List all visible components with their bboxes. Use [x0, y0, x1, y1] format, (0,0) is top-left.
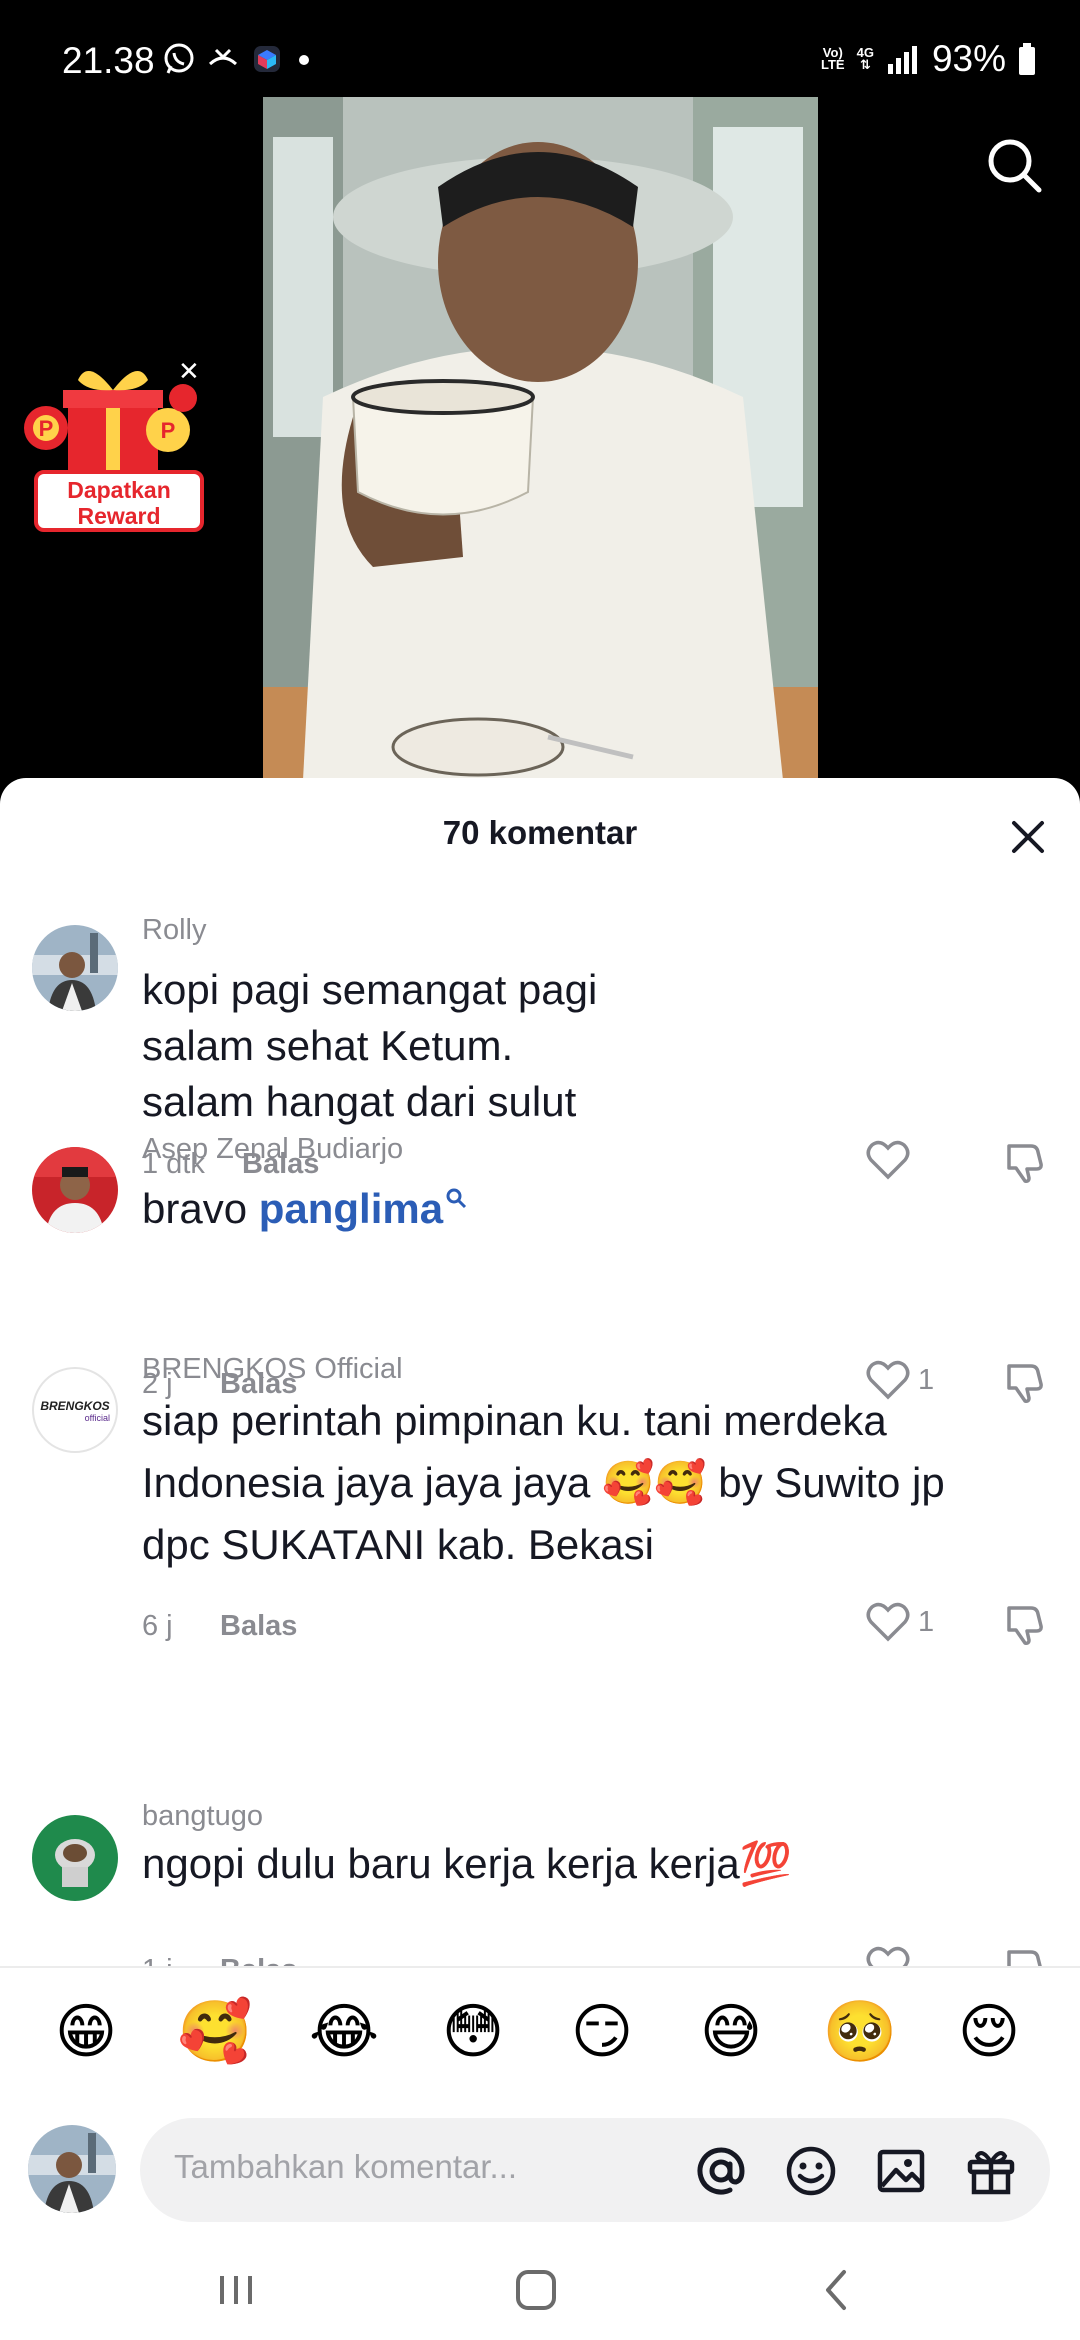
reward-label[interactable]: Dapatkan Reward [34, 470, 204, 532]
comment-input-bar: Tambahkan komentar... [0, 2088, 1080, 2228]
avatar[interactable] [32, 1815, 118, 1901]
emoji-icon[interactable] [782, 2142, 840, 2200]
status-system-icons: Vo) LTE 4G ⇅ 93% [821, 38, 1036, 80]
missed-call-icon [208, 48, 238, 66]
video-thumbnail [263, 97, 818, 780]
like-button[interactable] [866, 1140, 918, 1180]
reply-button[interactable]: Balas [220, 1610, 297, 1643]
dislike-icon[interactable] [1003, 1602, 1047, 1646]
avatar[interactable] [32, 925, 118, 1011]
close-icon[interactable] [1006, 815, 1050, 859]
mention-icon[interactable] [692, 2142, 750, 2200]
comment-username[interactable]: BRENGKOS Official [142, 1353, 403, 1386]
emoji-button[interactable]: 😳 [433, 1996, 513, 2068]
back-icon[interactable] [808, 2260, 868, 2320]
status-notification-icons [162, 42, 314, 76]
like-count: 1 [918, 1605, 935, 1638]
search-icon[interactable] [984, 135, 1044, 195]
link-search-icon[interactable] [445, 1187, 467, 1209]
whatsapp-icon [164, 43, 194, 74]
system-navigation-bar [0, 2248, 1080, 2332]
video-frame[interactable] [263, 97, 818, 780]
image-icon[interactable] [872, 2142, 930, 2200]
comment-text: ngopi dulu baru kerja kerja kerja💯 [142, 1840, 792, 1887]
reward-label-line1: Dapatkan [67, 477, 171, 503]
battery-icon [1019, 43, 1035, 75]
reward-close-icon[interactable]: ✕ [178, 358, 200, 384]
reward-label-line2: Reward [77, 503, 161, 529]
comment-meta: 6 j Balas [142, 1610, 297, 1643]
comment-text: siap perintah pimpinan ku. tani merdeka … [142, 1397, 945, 1568]
comment-input[interactable]: Tambahkan komentar... [140, 2118, 1050, 2222]
emoji-button[interactable]: 😅 [691, 1996, 771, 2068]
emoji-button[interactable]: 😂 [304, 1996, 384, 2068]
emoji-quick-bar: 😁 🥰 😂 😳 😏 😅 🥺 😌 [0, 1978, 1080, 2088]
emoji-button[interactable]: 😌 [949, 1996, 1029, 2068]
emoji-button[interactable]: 🥰 [175, 1996, 255, 2068]
current-user-avatar [28, 2125, 116, 2213]
avatar[interactable]: BRENGKOS official [32, 1367, 118, 1453]
comment-username[interactable]: bangtugo [142, 1800, 263, 1833]
avatar[interactable] [32, 1147, 118, 1233]
more-notifications-dot-icon [299, 55, 309, 65]
battery-percentage: 93% [931, 38, 1006, 79]
app-notification-icon [254, 46, 280, 72]
comments-count-title: 70 komentar [442, 814, 638, 851]
comments-sheet: 70 komentar Rolly kopi pagi semangat pag… [0, 778, 1080, 2340]
network-4g-icon: 4G ⇅ [856, 45, 874, 72]
dislike-icon[interactable] [1003, 1140, 1047, 1184]
comment-input-placeholder: Tambahkan komentar... [174, 2148, 518, 2185]
comment-text: kopi pagi semangat pagi salam sehat Ketu… [142, 966, 598, 1125]
comment-text: bravo panglima [142, 1181, 1042, 1237]
heart-icon [866, 1140, 910, 1180]
emoji-button[interactable]: 😏 [562, 1996, 642, 2068]
svg-text:P: P [39, 416, 54, 441]
emoji-button[interactable]: 😁 [46, 1996, 126, 2068]
status-time: 21.38 [62, 40, 155, 81]
signal-icon [887, 46, 917, 74]
hashtag-link[interactable]: panglima [259, 1185, 443, 1232]
volte-icon: Vo) LTE [821, 45, 845, 72]
gift-send-icon[interactable] [962, 2142, 1020, 2200]
comment-username[interactable]: Asep Zenal Budiarjo [142, 1133, 403, 1166]
heart-icon [866, 1602, 910, 1642]
status-bar: 21.38 Vo) LTE 4G ⇅ 93% [0, 0, 1080, 124]
comment-username[interactable]: Rolly [142, 914, 206, 947]
home-icon[interactable] [506, 2260, 566, 2320]
svg-text:P: P [161, 418, 176, 443]
emoji-button[interactable]: 🥺 [820, 1996, 900, 2068]
recent-apps-icon[interactable] [206, 2260, 266, 2320]
reward-widget[interactable]: P P Dapatkan Reward ✕ [18, 358, 208, 538]
comment-time: 6 j [142, 1610, 173, 1642]
comments-header: 70 komentar [0, 778, 1080, 888]
like-button[interactable]: 1 [866, 1602, 934, 1642]
